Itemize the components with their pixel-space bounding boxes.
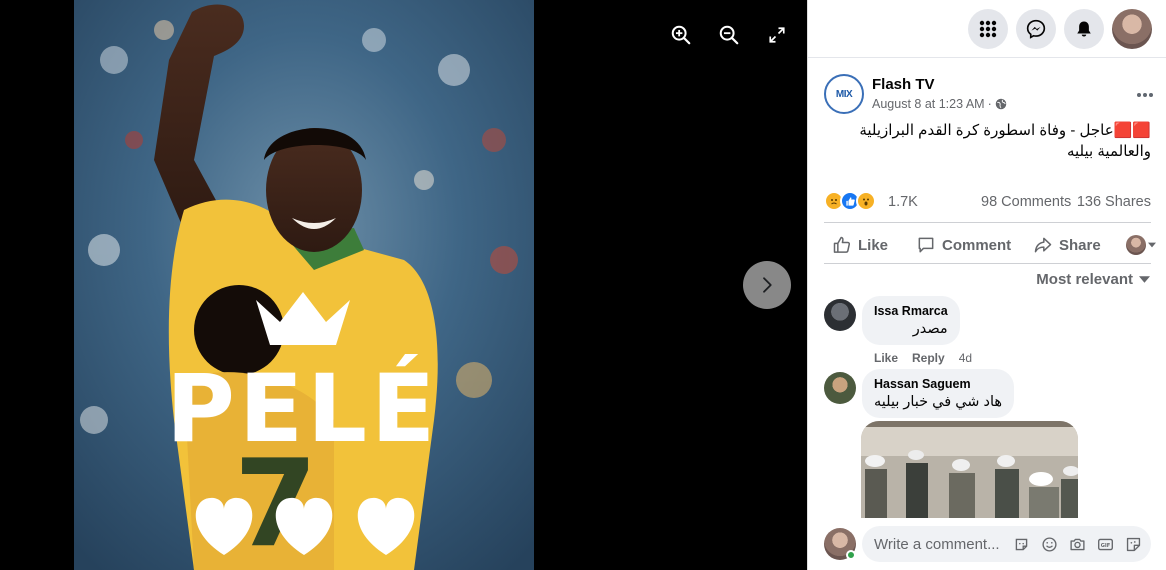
post-text: 🟥🟥عاجل - وفاة اسطورة كرة القدم البرازيلي… (859, 122, 1151, 160)
photo-overlay-text: PELÉ (166, 355, 440, 464)
comment-bubble: Issa Rmarca مصدر (862, 296, 960, 345)
page-name-link[interactable]: Flash TV (872, 76, 935, 93)
shares-count[interactable]: 136 Shares (1077, 194, 1151, 210)
zoom-out-button[interactable] (712, 18, 746, 52)
divider (824, 222, 1151, 223)
notifications-bell-icon (1077, 21, 1091, 37)
photo-viewer: 7 PELÉ (0, 0, 807, 570)
avatar-sticker-icon (1015, 538, 1027, 550)
post-as-selector[interactable] (1126, 230, 1156, 260)
commenter-avatar[interactable] (824, 372, 856, 404)
comment-button[interactable]: Comment (916, 230, 1011, 260)
fullscreen-icon (769, 27, 785, 43)
comment-composer: GIF (824, 526, 1151, 562)
more-dots-icon (1137, 93, 1153, 97)
post-stats: 1.7K 98 Comments 136 Shares (824, 190, 1151, 214)
comments-count[interactable]: 98 Comments (981, 194, 1071, 210)
comment-time[interactable]: 4d (959, 351, 972, 365)
gif-button[interactable]: GIF (1096, 535, 1114, 553)
avatar-sticker-button[interactable] (1012, 535, 1030, 553)
messenger-button[interactable] (1016, 9, 1056, 49)
menu-grid-icon (979, 20, 997, 38)
profile-avatar[interactable] (1112, 9, 1152, 49)
fullscreen-button[interactable] (760, 18, 794, 52)
gif-icon: GIF (1097, 538, 1113, 550)
comment-input-box: GIF (862, 526, 1151, 562)
meta-separator: · (987, 97, 992, 111)
zoom-in-button[interactable] (664, 18, 698, 52)
comment-text: هاد شي في خبار بيليه (874, 394, 1003, 410)
wow-reaction-icon (856, 191, 876, 211)
comment-icon (918, 237, 934, 253)
comment-text: مصدر (912, 321, 948, 337)
zoom-out-icon (719, 25, 739, 45)
user-avatar-small (1126, 235, 1146, 255)
commenter-name[interactable]: Issa Rmarca (874, 304, 948, 318)
messenger-icon (1026, 19, 1046, 39)
post-meta: August 8 at 1:23 AM · (872, 97, 1007, 111)
camera-button[interactable] (1068, 535, 1086, 553)
like-button[interactable]: Like (832, 230, 888, 260)
zoom-in-icon (671, 25, 691, 45)
share-label: Share (1059, 236, 1101, 254)
caret-down-icon (1139, 276, 1150, 283)
comment-label: Comment (942, 236, 1012, 254)
comment-input[interactable] (874, 526, 1014, 562)
post-actions: Like Comment Share (824, 230, 1156, 260)
share-arrow-icon (1034, 237, 1052, 253)
page-logo-text: MIX (835, 88, 853, 100)
post-options-button[interactable] (1136, 82, 1154, 103)
comment-photo (861, 421, 1078, 518)
globe-public-icon (995, 98, 1006, 110)
sort-label: Most relevant (1036, 271, 1133, 288)
share-button[interactable]: Share (1033, 230, 1101, 260)
comment-bubble: Hassan Saguem هاد شي في خبار بيليه (862, 369, 1015, 418)
divider (824, 263, 1151, 264)
post-timestamp[interactable]: August 8 at 1:23 AM (872, 97, 985, 111)
page-logo[interactable]: MIX (824, 74, 864, 114)
sticker-icon (1126, 537, 1140, 551)
comment-actions: Like Reply 4d (874, 351, 972, 365)
reaction-count[interactable]: 1.7K (888, 194, 918, 210)
comment-sort-dropdown[interactable]: Most relevant (1036, 271, 1150, 288)
post-header: MIX Flash TV August 8 at 1:23 AM · (824, 74, 1154, 114)
chevron-right-icon (763, 277, 772, 293)
thumbs-up-icon (833, 236, 851, 253)
comment-image-attachment[interactable] (861, 421, 1078, 518)
pele-photo-illustration: 7 (74, 0, 534, 570)
commenter-name[interactable]: Hassan Saguem (874, 377, 1002, 391)
top-navigation (808, 0, 1166, 58)
comment-like-button[interactable]: Like (874, 351, 898, 365)
comment-reply-button[interactable]: Reply (912, 351, 945, 365)
svg-text:GIF: GIF (1100, 542, 1110, 548)
camera-icon (1069, 538, 1085, 550)
emoji-button[interactable] (1040, 535, 1058, 553)
sticker-button[interactable] (1124, 535, 1142, 553)
caret-down-icon (1148, 242, 1156, 248)
like-label: Like (858, 236, 889, 254)
commenter-avatar[interactable] (824, 299, 856, 331)
next-photo-button[interactable] (743, 261, 791, 309)
post-photo[interactable]: 7 PELÉ (74, 0, 534, 570)
emoji-icon (1041, 536, 1057, 552)
reaction-icons[interactable] (824, 191, 876, 211)
online-status-dot (846, 550, 856, 560)
notifications-button[interactable] (1064, 9, 1104, 49)
menu-button[interactable] (968, 9, 1008, 49)
